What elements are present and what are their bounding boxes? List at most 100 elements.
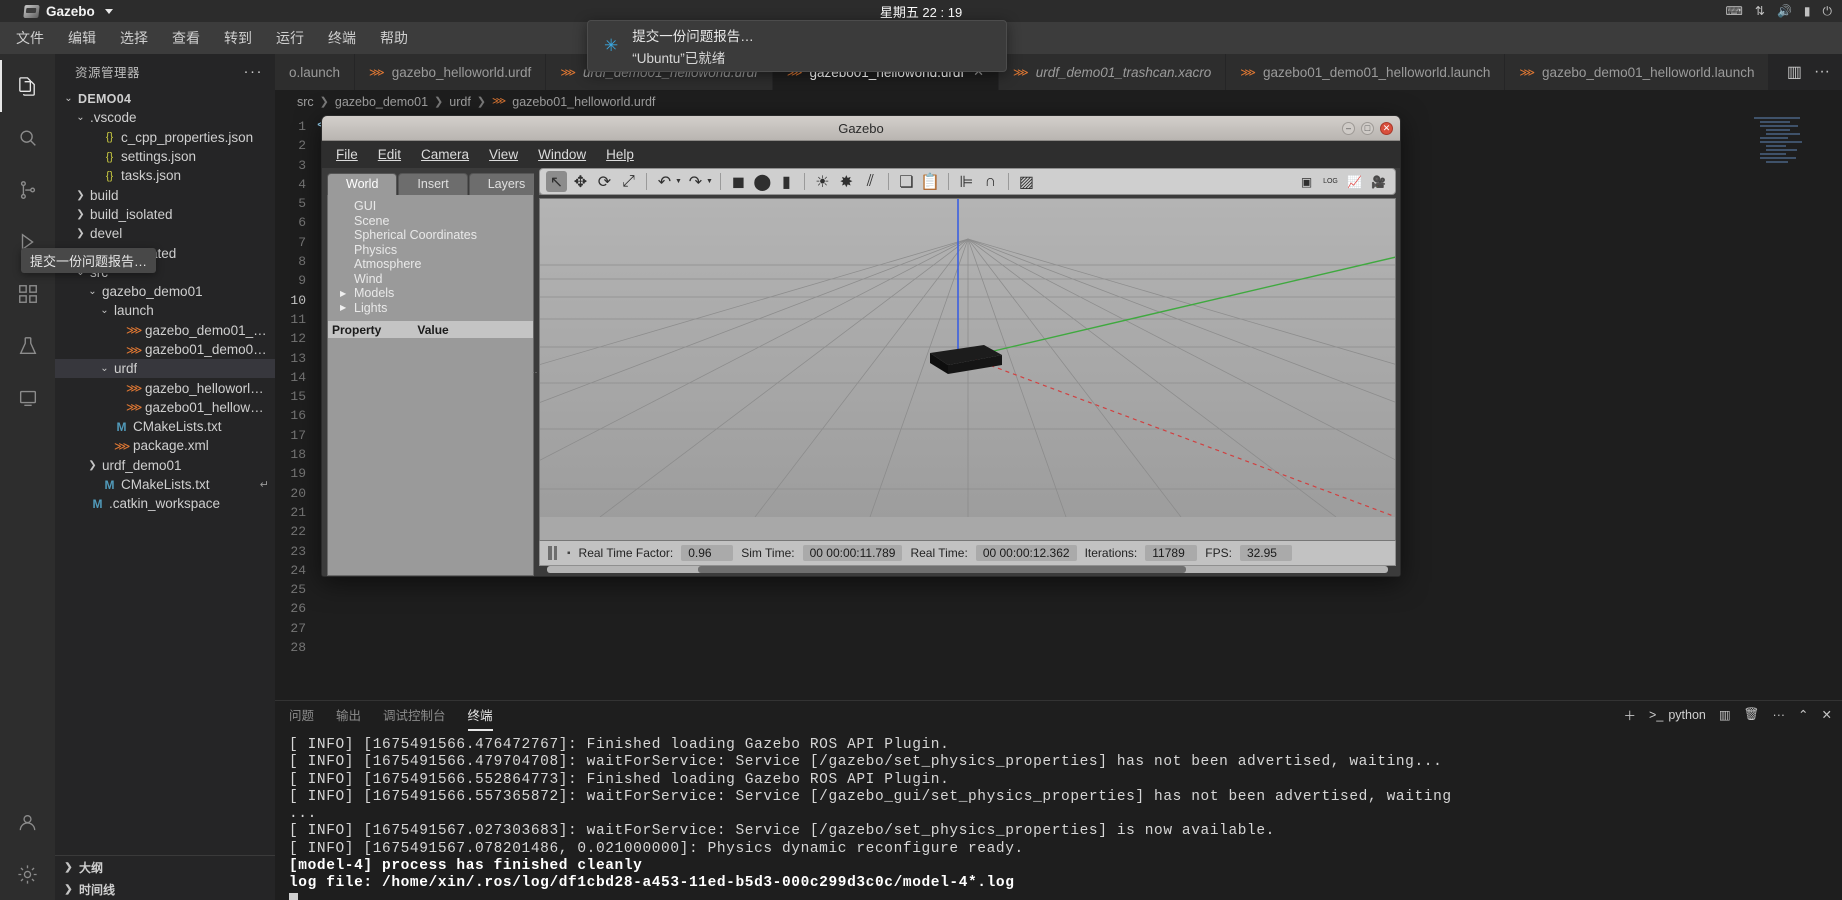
gazebo-menu-camera[interactable]: Camera: [421, 147, 469, 162]
copy-icon[interactable]: ❏: [896, 171, 917, 192]
activitybar-item-accounts[interactable]: [0, 796, 55, 848]
menu-terminal[interactable]: 终端: [326, 26, 358, 50]
screenshot-icon[interactable]: ▣: [1296, 171, 1317, 192]
explorer-more-icon[interactable]: ···: [244, 63, 264, 80]
active-app-indicator[interactable]: Gazebo: [23, 4, 113, 19]
gazebo-3d-viewport[interactable]: [539, 198, 1396, 541]
gazebo-world-item[interactable]: GUI: [328, 199, 533, 214]
box-icon[interactable]: ◼: [728, 171, 749, 192]
clock[interactable]: 星期五 22 : 19: [880, 2, 962, 21]
gazebo-world-item[interactable]: ▶ Lights: [328, 301, 533, 316]
close-icon[interactable]: ✕: [1822, 707, 1832, 722]
tree-item[interactable]: ⌄ DEMO04: [55, 89, 275, 108]
tree-item[interactable]: ❯ build_isolated: [55, 205, 275, 224]
activitybar-item-testing[interactable]: [0, 320, 55, 372]
editor-tab[interactable]: ⋙ gazebo_helloworld.urdf: [355, 54, 547, 90]
sphere-icon[interactable]: ⬤: [752, 171, 773, 192]
align-icon[interactable]: ⊫: [956, 171, 977, 192]
activitybar-item-explorer[interactable]: [0, 60, 55, 112]
power-icon[interactable]: ⏻: [1823, 4, 1833, 19]
breadcrumb-item[interactable]: gazebo01_helloworld.urdf: [512, 95, 655, 109]
breadcrumb-item[interactable]: urdf: [449, 95, 471, 109]
menu-edit[interactable]: 编辑: [66, 26, 98, 50]
tree-item[interactable]: ⌄ launch: [55, 301, 275, 320]
gazebo-horizontal-scrollbar[interactable]: [547, 566, 1388, 573]
gazebo-world-item[interactable]: Physics: [328, 243, 533, 258]
step-icon[interactable]: ▪: [567, 548, 571, 559]
tree-item[interactable]: ⌄ urdf: [55, 359, 275, 379]
panel-tab[interactable]: 终端: [467, 705, 493, 731]
more-actions-icon[interactable]: ···: [1814, 63, 1830, 81]
terminal-shell-selector[interactable]: >_ python: [1649, 708, 1706, 722]
gazebo-menu-window[interactable]: Window: [538, 147, 586, 162]
gazebo-menu-edit[interactable]: Edit: [378, 147, 401, 162]
tree-item[interactable]: ❯ urdf_demo01: [55, 456, 275, 475]
editor-tab[interactable]: ⋙ urdf_demo01_trashcan.xacro: [999, 54, 1227, 90]
chevron-down-icon[interactable]: [104, 8, 113, 14]
log-record-icon[interactable]: LOG: [1320, 171, 1341, 192]
minimap[interactable]: [1754, 117, 1824, 227]
gazebo-world-item[interactable]: Scene: [328, 214, 533, 229]
chevron-down-icon[interactable]: ▼: [675, 178, 682, 185]
gazebo-panel-tab[interactable]: World: [327, 173, 398, 195]
activitybar-item-remote[interactable]: [0, 372, 55, 424]
terminal-output[interactable]: [ INFO] [1675491566.476472767]: Finished…: [275, 731, 1842, 900]
tree-item[interactable]: ❯ build: [55, 185, 275, 204]
spot-light-icon[interactable]: ✸: [836, 171, 857, 192]
undo-icon[interactable]: ↶: [654, 171, 675, 192]
tree-item[interactable]: ⋙gazebo01_helloworld.urdf: [55, 398, 275, 417]
gazebo-world-item[interactable]: Wind: [328, 272, 533, 287]
tree-item[interactable]: ⋙ package.xml: [55, 436, 275, 455]
tree-item[interactable]: M .catkin_workspace: [55, 494, 275, 513]
translate-mode-icon[interactable]: ✥: [570, 171, 591, 192]
tree-item[interactable]: {} c_cpp_properties.json: [55, 128, 275, 147]
tree-item[interactable]: ⋙gazebo_helloworld.urdf: [55, 378, 275, 397]
menu-view[interactable]: 查看: [170, 26, 202, 50]
tree-item[interactable]: ⌄ .vscode: [55, 108, 275, 127]
menu-file[interactable]: 文件: [14, 26, 46, 50]
tree-item[interactable]: {} tasks.json: [55, 166, 275, 185]
activitybar-item-search[interactable]: [0, 112, 55, 164]
split-editor-icon[interactable]: ▥: [1787, 62, 1802, 82]
point-light-icon[interactable]: ☀: [812, 171, 833, 192]
tree-item[interactable]: ⋙gazebo01_demo01_helloworld....: [55, 340, 275, 359]
plot-icon[interactable]: 📈: [1344, 171, 1365, 192]
panel-tab[interactable]: 问题: [289, 705, 314, 728]
menu-run[interactable]: 运行: [274, 26, 306, 50]
tree-item[interactable]: M CMakeLists.txt: [55, 417, 275, 436]
menu-goto[interactable]: 转到: [222, 26, 254, 50]
panel-tab[interactable]: 调试控制台: [383, 705, 446, 728]
activitybar-item-extensions[interactable]: [0, 268, 55, 320]
minimize-icon[interactable]: –: [1342, 121, 1355, 135]
tree-item[interactable]: M CMakeLists.txt ↵: [55, 475, 275, 494]
rotate-mode-icon[interactable]: ⟳: [594, 171, 615, 192]
change-view-icon[interactable]: ▨: [1016, 171, 1037, 192]
sidebar-section-outline[interactable]: ❯ 大纲: [55, 856, 275, 878]
editor-tab[interactable]: o.launch: [275, 54, 356, 90]
gazebo-panel-tab[interactable]: Layers: [468, 173, 545, 195]
tree-item[interactable]: {} settings.json: [55, 147, 275, 166]
volume-icon[interactable]: 🔊: [1777, 4, 1792, 18]
maximize-icon[interactable]: □: [1361, 121, 1374, 135]
gazebo-world-item[interactable]: Atmosphere: [328, 257, 533, 272]
chevron-down-icon[interactable]: ▼: [706, 178, 713, 185]
directional-light-icon[interactable]: ⫽: [860, 171, 881, 192]
gazebo-titlebar[interactable]: Gazebo – □ ✕: [322, 116, 1400, 141]
battery-icon[interactable]: ▮: [1804, 4, 1811, 18]
cylinder-icon[interactable]: ▮: [776, 171, 797, 192]
gazebo-menu-view[interactable]: View: [489, 147, 518, 162]
pause-icon[interactable]: [548, 546, 557, 560]
scale-mode-icon[interactable]: ⤢: [618, 171, 639, 192]
activitybar-item-source-control[interactable]: [0, 164, 55, 216]
chevron-up-icon[interactable]: ⌃: [1798, 707, 1808, 722]
notification-popup[interactable]: ✳ 提交一份问题报告… “Ubuntu”已就绪: [587, 20, 1007, 72]
more-icon[interactable]: ···: [1773, 708, 1786, 722]
gazebo-world-item[interactable]: Spherical Coordinates: [328, 228, 533, 243]
editor-tab[interactable]: ⋙ gazebo_demo01_helloworld.launch: [1505, 54, 1770, 90]
activitybar-item-settings[interactable]: [0, 848, 55, 900]
network-icon[interactable]: ⇅: [1755, 4, 1765, 18]
tree-item[interactable]: ⋙gazebo_demo01_helloworld.la...: [55, 321, 275, 340]
redo-icon[interactable]: ↷: [685, 171, 706, 192]
select-mode-icon[interactable]: ↖: [546, 171, 567, 192]
snap-icon[interactable]: ∩: [980, 171, 1001, 192]
